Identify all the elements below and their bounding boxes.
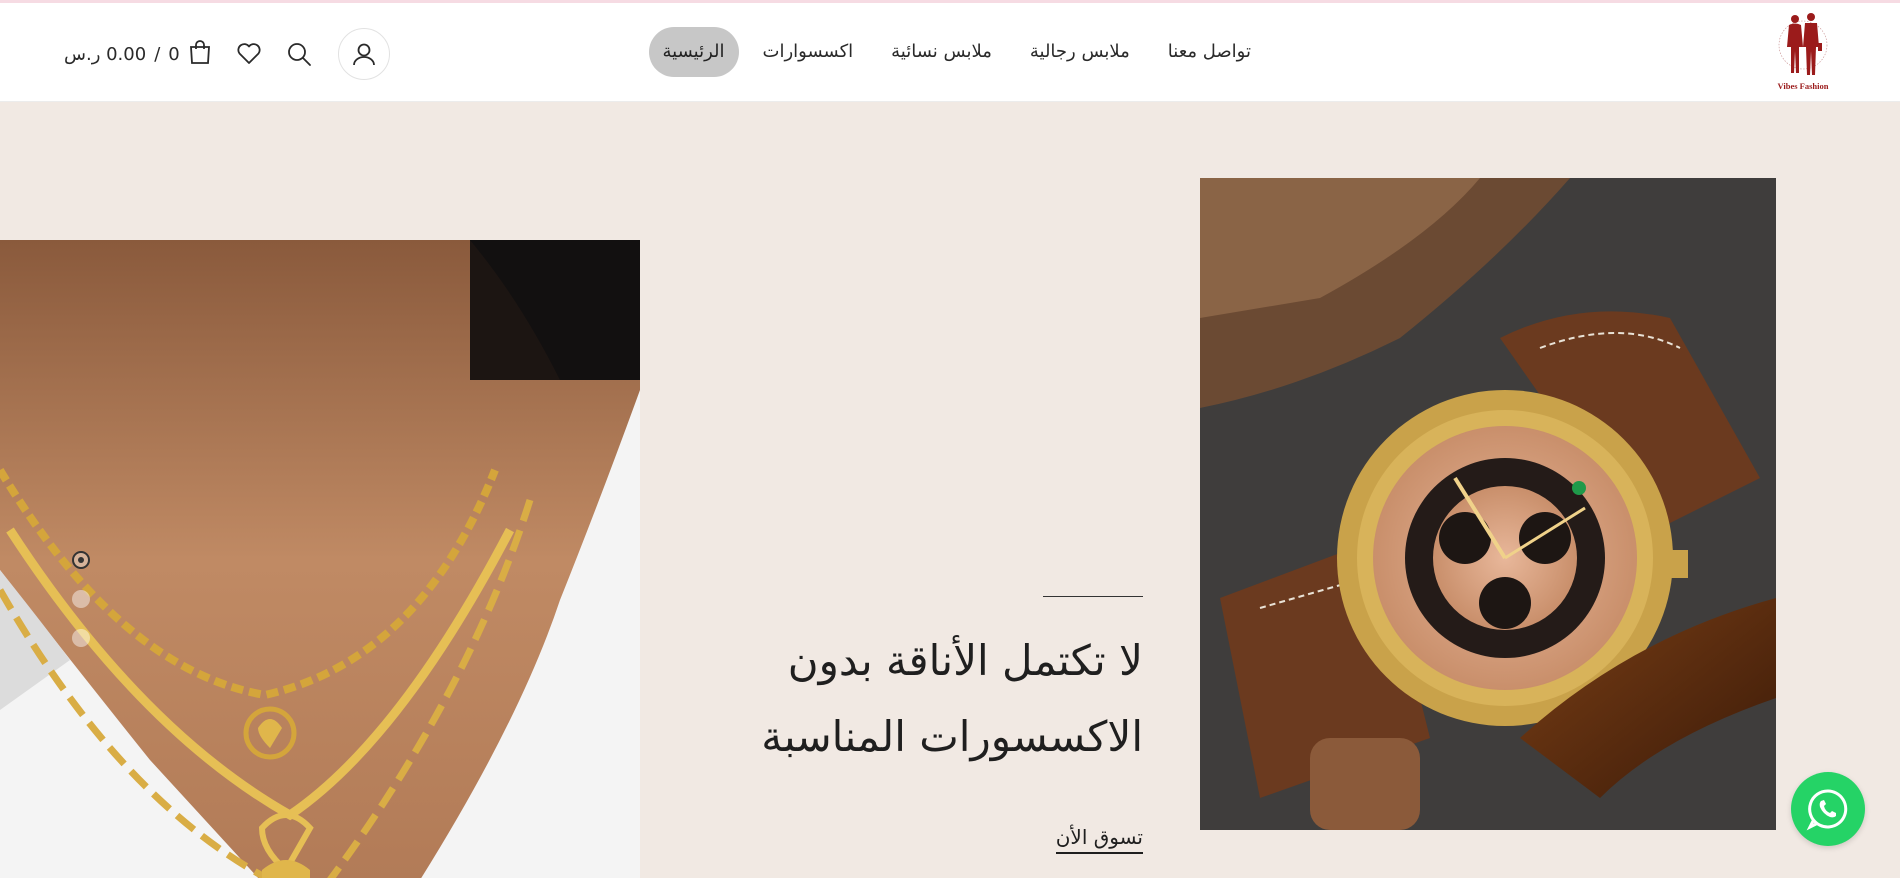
cart-total: 0.00 ر.س bbox=[64, 43, 147, 65]
wishlist-button[interactable] bbox=[232, 37, 266, 71]
search-icon bbox=[287, 43, 311, 66]
nav-item-men[interactable]: ملابس رجالية bbox=[1016, 27, 1144, 77]
shop-now-link[interactable]: تسوق الأن bbox=[1055, 825, 1143, 854]
nav-item-women[interactable]: ملابس نسائية bbox=[877, 27, 1006, 77]
brand-logo[interactable]: Vibes Fashion bbox=[1766, 9, 1840, 97]
cart-separator: / bbox=[154, 43, 161, 65]
hero-divider bbox=[1043, 596, 1143, 597]
cart-count: 0 bbox=[168, 43, 180, 65]
nav-item-contact[interactable]: تواصل معنا bbox=[1154, 27, 1265, 77]
nav-item-accessories[interactable]: اكسسوارات bbox=[749, 27, 868, 77]
site-header: Vibes Fashion الرئيسية اكسسوارات ملابس ن… bbox=[0, 3, 1900, 102]
account-button[interactable] bbox=[337, 28, 390, 80]
hero-text-block: لا تكتمل الأناقة بدون الاكسسورات المناسب… bbox=[623, 596, 1143, 854]
header-tools: 0.00 ر.س / 0 bbox=[64, 28, 390, 80]
cart-link[interactable]: 0.00 ر.س / 0 bbox=[64, 39, 212, 70]
slider-dot-2[interactable] bbox=[72, 590, 90, 608]
hero-slider: لا تكتمل الأناقة بدون الاكسسورات المناسب… bbox=[0, 102, 1900, 878]
main-nav: الرئيسية اكسسوارات ملابس نسائية ملابس رج… bbox=[648, 27, 1265, 77]
hero-title: لا تكتمل الأناقة بدون الاكسسورات المناسب… bbox=[623, 623, 1143, 775]
hero-necklace-image bbox=[0, 240, 640, 878]
slider-dots bbox=[72, 551, 90, 647]
slider-dot-3[interactable] bbox=[72, 629, 90, 647]
hero-title-line-2: الاكسسورات المناسبة bbox=[761, 712, 1143, 761]
slider-dot-1[interactable] bbox=[72, 551, 90, 569]
search-button[interactable] bbox=[282, 37, 316, 71]
cart-icon bbox=[188, 39, 212, 70]
logo-figures-icon bbox=[1778, 13, 1828, 75]
whatsapp-button[interactable] bbox=[1791, 772, 1865, 846]
nav-item-home[interactable]: الرئيسية bbox=[648, 27, 739, 77]
user-icon bbox=[352, 43, 375, 66]
hero-watch-image bbox=[1200, 178, 1776, 830]
hero-title-line-1: لا تكتمل الأناقة بدون bbox=[787, 636, 1143, 685]
whatsapp-icon bbox=[1806, 789, 1848, 831]
logo-text: Vibes Fashion bbox=[1777, 81, 1829, 91]
heart-icon bbox=[237, 43, 261, 64]
